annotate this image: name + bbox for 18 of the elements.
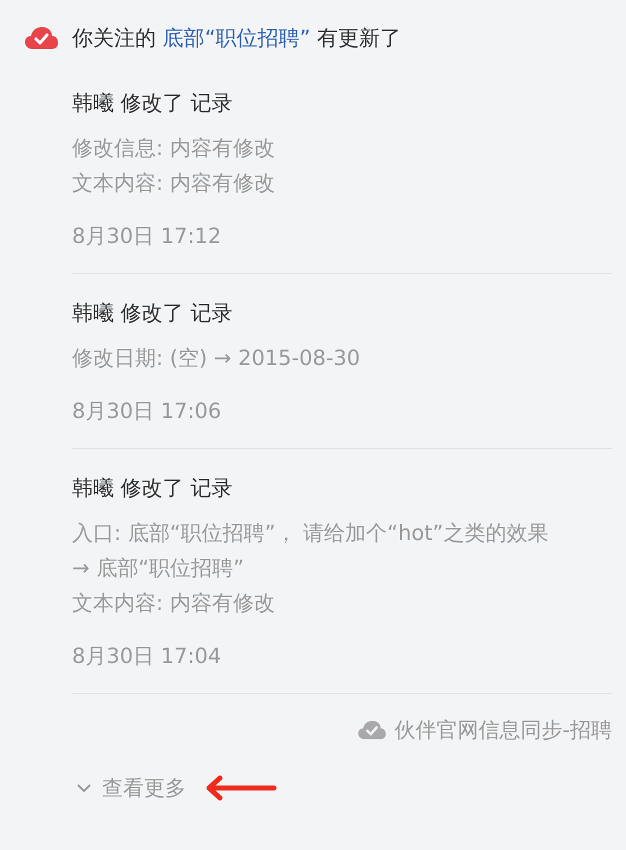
timestamp: 8月30日 17:04 (72, 643, 222, 669)
record-link[interactable]: 底部“职位招聘” (162, 26, 310, 50)
cloud-check-icon (25, 26, 58, 50)
notification-text: 你关注的 底部“职位招聘” 有更新了 (72, 25, 402, 52)
entry-title: 韩曦 修改了 记录 (72, 475, 234, 501)
change-detail: → 底部“职位招聘” (72, 555, 246, 582)
timestamp: 8月30日 17:12 (72, 223, 222, 249)
change-detail: 文本内容: 内容有修改 (72, 590, 276, 617)
entry-title: 韩曦 修改了 记录 (72, 90, 234, 116)
change-detail: 入口: 底部“职位招聘”， 请给加个“hot”之类的效果 (72, 520, 550, 547)
change-detail: 文本内容: 内容有修改 (72, 170, 276, 197)
change-detail: 修改信息: 内容有修改 (72, 135, 276, 162)
source-label: 伙伴官网信息同步-招聘 (394, 717, 612, 744)
change-detail: 修改日期: (空) → 2015-08-30 (72, 345, 362, 372)
chevron-down-icon (76, 783, 92, 793)
timestamp: 8月30日 17:06 (72, 398, 222, 424)
cloud-check-icon (358, 720, 386, 740)
entry-title: 韩曦 修改了 记录 (72, 300, 234, 326)
